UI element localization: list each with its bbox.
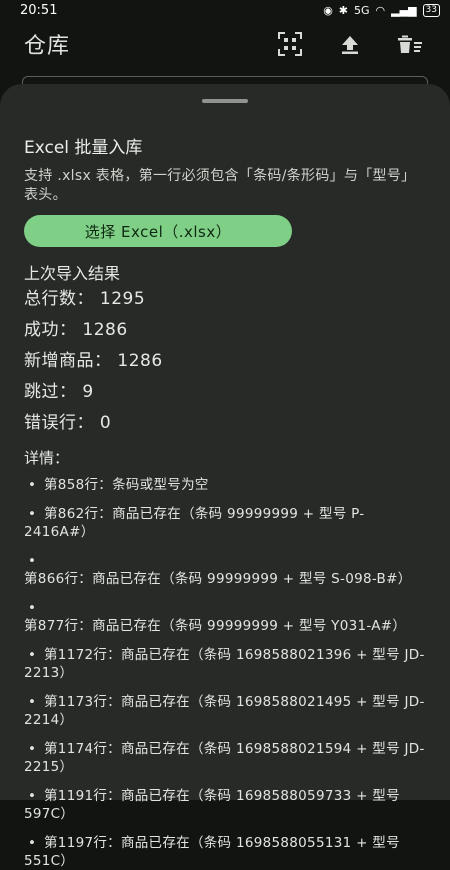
detail-text: 第1172行：商品已存在（条码 1698588021396 + 型号 JD-22… <box>24 647 425 681</box>
sheet-title: Excel 批量入库 <box>24 138 143 158</box>
stat-total-rows: 总行数： 1295 <box>24 289 146 309</box>
battery-level: 33 <box>425 4 437 15</box>
wifi-icon: ◠ <box>375 3 386 17</box>
list-item: • 第1197行：商品已存在（条码 1698588055131 + 型号 551C… <box>24 834 426 870</box>
detail-text: 第1191行：商品已存在（条码 1698588059733 + 型号 597C） <box>24 788 400 822</box>
detail-text: 第862行：商品已存在（条码 99999999 + 型号 P-2416A#） <box>24 506 365 540</box>
details-title: 详情： <box>24 449 70 467</box>
bullet: • <box>28 741 37 757</box>
app-title: 仓库 <box>24 34 71 59</box>
detail-text: 第877行：商品已存在（条码 99999999 + 型号 Y031-A#） <box>24 618 407 634</box>
scan-button[interactable] <box>274 28 306 60</box>
status-icons: ◉ ✱ 5G ◠ ▂▄▆ 33 <box>323 3 440 17</box>
list-item: • 第866行：商品已存在（条码 99999999 + 型号 S-098-B#） <box>24 552 426 588</box>
upload-icon <box>342 36 358 54</box>
bullet: • <box>28 477 37 493</box>
detail-text: 第858行：条码或型号为空 <box>44 477 209 493</box>
bullet: • <box>28 835 37 851</box>
sheet-description: 支持 .xlsx 表格，第一行必须包含「条码/条形码」与「型号」表头。 <box>24 168 416 203</box>
list-item: • 第862行：商品已存在（条码 99999999 + 型号 P-2416A#） <box>24 505 426 541</box>
pick-excel-button[interactable]: 选择 Excel（.xlsx） <box>24 215 292 247</box>
list-item: • 第1173行：商品已存在（条码 1698588021495 + 型号 JD-2… <box>24 693 426 729</box>
bullet: • <box>28 600 37 616</box>
list-item: • 第1174行：商品已存在（条码 1698588021594 + 型号 JD-2… <box>24 740 426 776</box>
qr-scan-icon <box>278 32 302 56</box>
list-item: • 第1191行：商品已存在（条码 1698588059733 + 型号 597C… <box>24 787 426 823</box>
detail-list: • 第858行：条码或型号为空 • 第862行：商品已存在（条码 99999999 … <box>24 476 426 870</box>
drag-handle[interactable] <box>202 99 248 103</box>
app-bar: 仓库 <box>0 20 450 68</box>
stat-skipped: 跳过： 9 <box>24 382 94 402</box>
eye-icon: ◉ <box>323 3 333 17</box>
clear-all-icon <box>398 35 422 53</box>
stat-error-rows: 错误行： 0 <box>24 413 112 433</box>
stat-new-products: 新增商品： 1286 <box>24 351 163 371</box>
stat-success: 成功： 1286 <box>24 320 128 340</box>
detail-text: 第1173行：商品已存在（条码 1698588021495 + 型号 JD-22… <box>24 694 425 728</box>
bullet: • <box>28 506 37 522</box>
detail-text: 第866行：商品已存在（条码 99999999 + 型号 S-098-B#） <box>24 571 412 587</box>
bullet: • <box>28 647 37 663</box>
battery-icon: 33 <box>422 3 440 17</box>
result-title: 上次导入结果 <box>24 264 121 283</box>
detail-text: 第1197行：商品已存在（条码 1698588055131 + 型号 551C） <box>24 835 400 869</box>
network-label: 5G <box>354 3 370 17</box>
bullet: • <box>28 694 37 710</box>
list-item: • 第877行：商品已存在（条码 99999999 + 型号 Y031-A#） <box>24 599 426 635</box>
bullet: • <box>28 788 37 804</box>
status-time: 20:51 <box>20 2 58 18</box>
upload-button[interactable] <box>334 28 366 60</box>
clear-button[interactable] <box>394 28 426 60</box>
signal-icon: ▂▄▆ <box>391 3 417 17</box>
detail-text: 第1174行：商品已存在（条码 1698588021594 + 型号 JD-22… <box>24 741 425 775</box>
status-bar: 20:51 ◉ ✱ 5G ◠ ▂▄▆ 33 <box>0 0 450 20</box>
bluetooth-icon: ✱ <box>338 3 349 17</box>
list-item: • 第1172行：商品已存在（条码 1698588021396 + 型号 JD-2… <box>24 646 426 682</box>
import-bottom-sheet: Excel 批量入库 支持 .xlsx 表格，第一行必须包含「条码/条形码」与「… <box>0 84 450 869</box>
bullet: • <box>28 553 37 569</box>
list-item: • 第858行：条码或型号为空 <box>24 476 426 494</box>
